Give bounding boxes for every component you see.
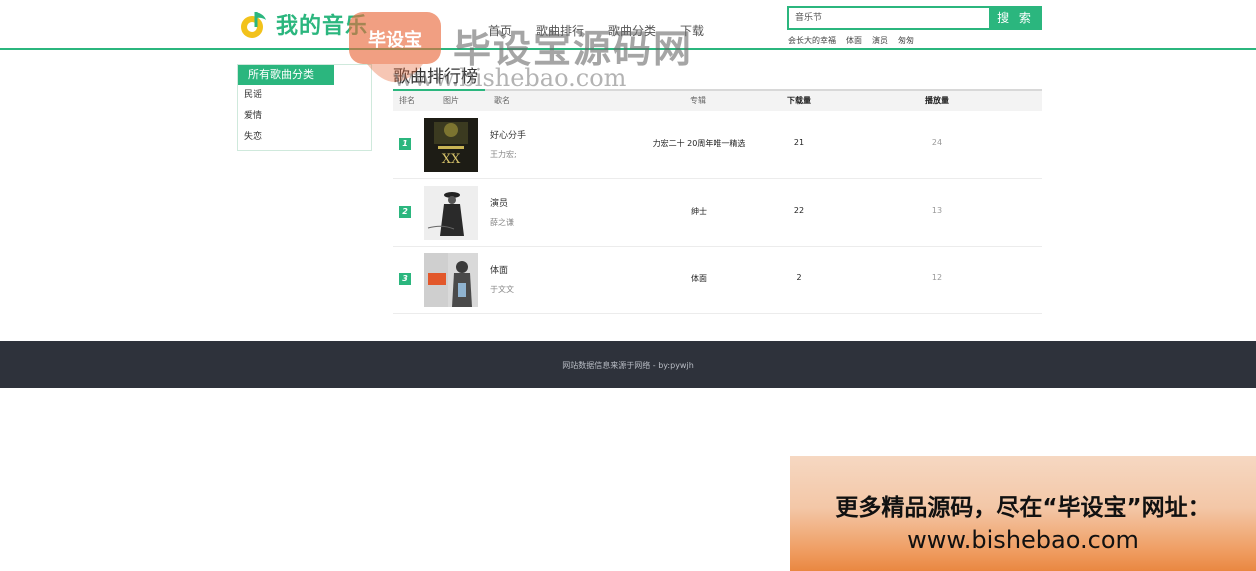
play-count: 24	[931, 138, 943, 147]
play-count: 12	[931, 273, 943, 282]
search-input[interactable]: 音乐节	[787, 6, 989, 30]
column-image: 图片	[443, 96, 459, 105]
sidebar-title: 所有歌曲分类	[238, 65, 334, 85]
hot-tag[interactable]: 会长大的幸福	[788, 35, 836, 46]
logo-text: 我的音乐	[276, 14, 369, 39]
hot-tag[interactable]: 体面	[846, 35, 862, 46]
column-song: 歌名	[494, 96, 510, 105]
hot-search-tags: 会长大的幸福 体面 演员 匆匆	[788, 35, 914, 46]
song-name[interactable]: 好心分手	[490, 128, 526, 141]
nav-item-download[interactable]: 下载	[680, 22, 704, 39]
album-cover-image[interactable]: XX	[424, 118, 478, 172]
column-rank: 排名	[399, 96, 415, 105]
rank-badge: 3	[399, 273, 411, 285]
download-count: 2	[796, 273, 802, 282]
sidebar-item-heartbreak[interactable]: 失恋	[238, 127, 371, 148]
main-nav: 首页 歌曲排行 歌曲分类 下载	[488, 22, 704, 39]
site-logo[interactable]: 我的音乐	[238, 8, 368, 40]
page: 我的音乐 首页 歌曲排行 歌曲分类 下载 音乐节 搜 索 会长大的幸福 体面 演…	[0, 0, 1256, 571]
page-title: 歌曲排行榜	[393, 67, 478, 87]
nav-item-category[interactable]: 歌曲分类	[608, 22, 656, 39]
song-name[interactable]: 体面	[490, 263, 508, 276]
album-cover-image[interactable]	[424, 253, 478, 307]
search-button[interactable]: 搜 索	[989, 6, 1042, 30]
rank-badge: 2	[399, 206, 411, 218]
category-sidebar: 所有歌曲分类 民谣 爱情 失恋	[237, 64, 372, 151]
song-name[interactable]: 演员	[490, 196, 508, 209]
nav-item-ranking[interactable]: 歌曲排行	[536, 22, 584, 39]
song-artist: 于文文	[490, 285, 514, 294]
table-row: 2 演员 薛之谦 绅士 22 13	[393, 179, 1042, 247]
play-count: 13	[931, 206, 943, 215]
hot-tag[interactable]: 演员	[872, 35, 888, 46]
promo-text: 更多精品源码，尽在“毕设宝”网址：	[835, 495, 1211, 521]
footer-text: 网站数据信息来源于网络 - by:pywjh	[562, 361, 694, 370]
download-count: 21	[793, 138, 805, 147]
song-artist: 王力宏;	[490, 150, 517, 159]
table-row: 1 XX 好心分手 王力宏; 力宏二十 20周年唯一精选 21 24	[393, 111, 1042, 179]
table-row: 3 体面 于文文 体面 2 12	[393, 246, 1042, 314]
download-count: 22	[793, 206, 805, 215]
sidebar-item-folk[interactable]: 民谣	[238, 85, 371, 106]
promo-banner: 更多精品源码，尽在“毕设宝”网址： www.bishebao.com	[790, 456, 1256, 571]
music-note-icon	[241, 12, 266, 38]
footer: 网站数据信息来源于网络 - by:pywjh	[0, 341, 1256, 388]
svg-text:XX: XX	[442, 152, 461, 167]
hot-tag[interactable]: 匆匆	[898, 35, 914, 46]
album-cover-image[interactable]	[424, 186, 478, 240]
album-name: 绅士	[691, 207, 707, 216]
column-downloads: 下载量	[787, 96, 811, 105]
rank-badge: 1	[399, 138, 411, 150]
promo-url[interactable]: www.bishebao.com	[790, 526, 1256, 554]
nav-item-home[interactable]: 首页	[488, 22, 512, 39]
table-header: 排名 图片 歌名 专辑 下载量 播放量	[393, 91, 1042, 111]
song-artist: 薛之谦	[490, 218, 514, 227]
album-name: 体面	[691, 274, 707, 283]
column-plays: 播放量	[925, 96, 949, 105]
album-name: 力宏二十 20周年唯一精选	[652, 139, 746, 148]
column-album: 专辑	[690, 96, 706, 105]
sidebar-item-love[interactable]: 爱情	[238, 106, 371, 127]
header-divider	[0, 48, 1256, 50]
